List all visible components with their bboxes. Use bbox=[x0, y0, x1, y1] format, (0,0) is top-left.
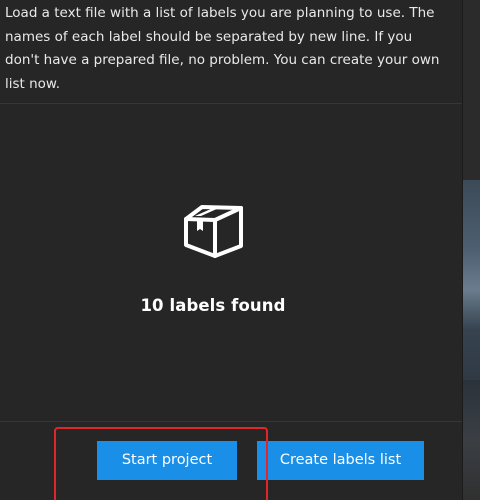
labels-found-status: 10 labels found bbox=[140, 296, 286, 315]
background-app-strip bbox=[463, 0, 480, 500]
background-band-bottom bbox=[463, 380, 480, 500]
screen: Load a text file with a list of labels y… bbox=[0, 0, 480, 500]
top-divider bbox=[0, 103, 462, 104]
labels-import-modal: Load a text file with a list of labels y… bbox=[0, 0, 462, 500]
background-image-strip bbox=[463, 180, 480, 380]
start-project-button[interactable]: Start project bbox=[97, 441, 237, 480]
footer-divider bbox=[0, 421, 462, 422]
modal-edge bbox=[462, 0, 463, 500]
background-band-top bbox=[463, 0, 480, 180]
create-labels-list-button[interactable]: Create labels list bbox=[257, 441, 424, 480]
box-icon bbox=[183, 204, 245, 260]
modal-description: Load a text file with a list of labels y… bbox=[5, 5, 440, 92]
